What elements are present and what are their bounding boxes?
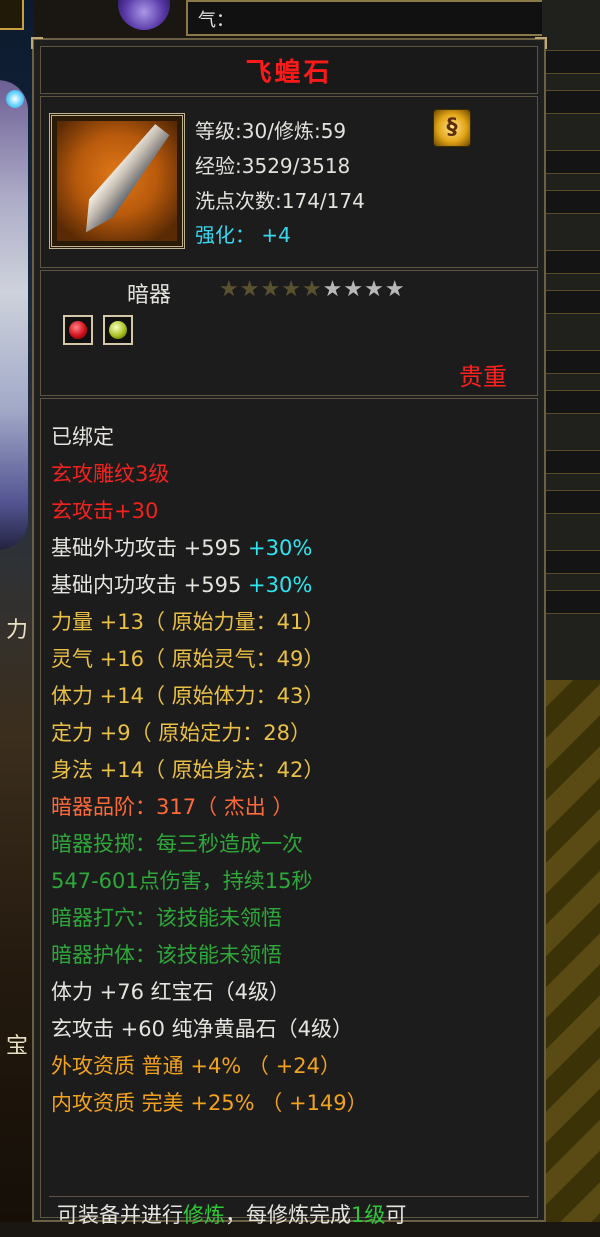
strength-line: 力量 +13（ 原始力量：41） xyxy=(51,610,325,634)
throw-skill-line-1: 暗器投掷：每三秒造成一次 xyxy=(51,832,303,856)
level-label: 等级 xyxy=(195,119,235,143)
item-info-section: 等级:30/修炼:59 经验:3529/3518 洗点次数:174/174 强化… xyxy=(40,96,538,268)
base-outer-attack: 基础外功攻击 +595 +30% xyxy=(51,536,313,560)
exp-value: 3529/3518 xyxy=(241,154,351,178)
enhance-value: +4 xyxy=(261,223,291,247)
item-type-section: 暗器 ★★★★★★★★★ 贵重 xyxy=(40,270,538,396)
cultivation-label: 修炼 xyxy=(273,119,314,143)
red-gem-icon[interactable] xyxy=(63,315,93,345)
wash-label: 洗点次数 xyxy=(195,189,275,213)
item-attributes: 已绑定 玄攻雕纹3级 玄攻击+30 基础外功攻击 +595 +30% 基础内功攻… xyxy=(40,398,538,1227)
enhance-label: 强化： xyxy=(195,223,255,247)
outer-quality-line: 外攻资质 普通 +4% （ +24） xyxy=(51,1054,341,1078)
inner-quality-line: 内攻资质 完美 +25% （ +149） xyxy=(51,1091,368,1115)
exp-label: 经验 xyxy=(195,154,235,178)
stamina-line: 体力 +14（ 原始体力：43） xyxy=(51,684,325,708)
level-line: 等级:30/修炼:59 xyxy=(195,119,347,143)
star-empty-icon: ★ xyxy=(322,277,344,302)
agility-line: 身法 +14（ 原始身法：42） xyxy=(51,758,325,782)
xuan-attack-line: 玄攻击+30 xyxy=(51,499,159,523)
base-inner-attack: 基础内功攻击 +595 +30% xyxy=(51,573,313,597)
star-filled-icon: ★ xyxy=(281,277,302,302)
yellow-gem-icon[interactable] xyxy=(103,315,133,345)
item-tooltip: 飞蝗石 等级:30/修炼:59 经验:3529/3518 洗点次数:174/17… xyxy=(31,37,547,1227)
emblem-icon xyxy=(118,0,170,30)
star-filled-icon: ★ xyxy=(219,277,240,302)
engraving-line: 玄攻雕纹3级 xyxy=(51,462,170,486)
level-value: 30 xyxy=(241,119,268,143)
item-type: 暗器 xyxy=(127,283,172,308)
glow-effect xyxy=(6,90,24,108)
gem-stat-citrine: 玄攻击 +60 纯净黄晶石（4级） xyxy=(51,1017,354,1041)
item-icon-frame xyxy=(49,113,185,249)
star-filled-icon: ★ xyxy=(239,277,261,302)
star-rating: ★★★★★★★★★ xyxy=(219,277,406,302)
focus-line: 定力 +9（ 原始定力：28） xyxy=(51,721,312,745)
equip-hint: 可装备并进行修炼，每修炼完成1级可 xyxy=(49,1196,529,1237)
base-outer-percent: +30% xyxy=(248,536,313,560)
gem-stat-ruby: 体力 +76 红宝石（4级） xyxy=(51,980,291,1004)
game-scene-left: 力 宝 xyxy=(0,0,34,1222)
acupoint-skill-line: 暗器打穴：该技能未领悟 xyxy=(51,906,282,930)
player-character xyxy=(0,80,28,550)
star-filled-icon: ★ xyxy=(301,277,323,302)
cultivation-value: 59 xyxy=(320,119,347,143)
bound-status: 已绑定 xyxy=(51,425,114,449)
guard-skill-line: 暗器护体：该技能未领悟 xyxy=(51,943,282,967)
wash-value: 174/174 xyxy=(281,189,365,213)
spirit-line: 灵气 +16（ 原始灵气：49） xyxy=(51,647,325,671)
star-filled-icon: ★ xyxy=(260,277,282,302)
wash-line: 洗点次数:174/174 xyxy=(195,189,365,213)
scene-label-strength: 力 xyxy=(5,618,28,643)
weapon-grade-line: 暗器品阶：317（ 杰出 ） xyxy=(51,795,294,819)
enhance-line: 强化： +4 xyxy=(195,219,291,248)
rarity-label: 贵重 xyxy=(459,363,507,391)
throwing-stone-icon xyxy=(57,121,177,241)
scene-label-treasure: 宝 xyxy=(5,1034,28,1059)
exp-line: 经验:3529/3518 xyxy=(195,154,351,178)
item-name: 飞蝗石 xyxy=(245,57,333,88)
star-empty-icon: ★ xyxy=(364,277,385,302)
throw-skill-line-2: 547-601点伤害，持续15秒 xyxy=(51,869,313,893)
star-empty-icon: ★ xyxy=(343,277,365,302)
tooltip-title-bar: 飞蝗石 xyxy=(40,46,538,94)
qi-field: 气： xyxy=(186,0,600,36)
star-empty-icon: ★ xyxy=(384,277,406,302)
qi-label: 气： xyxy=(198,10,234,31)
corner-frame xyxy=(0,0,24,30)
base-inner-percent: +30% xyxy=(248,573,313,597)
floor-tiles xyxy=(542,680,600,1222)
cultivation-skill-icon[interactable]: § xyxy=(433,109,471,147)
